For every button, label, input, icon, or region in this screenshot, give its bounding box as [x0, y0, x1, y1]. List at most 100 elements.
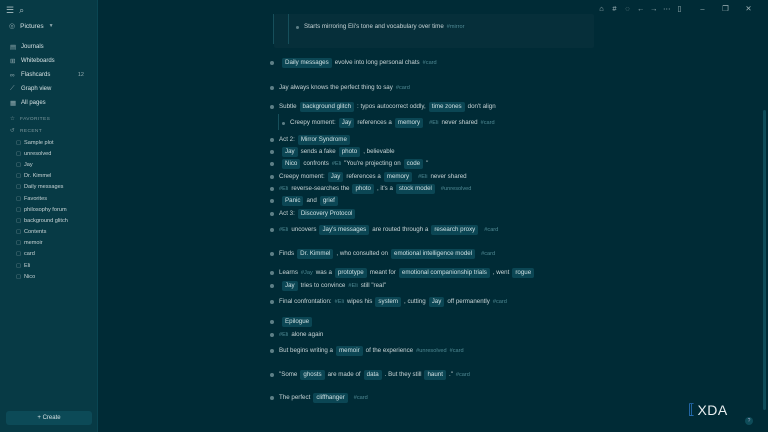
- block[interactable]: Act 2: Mirror Syndrome: [270, 135, 353, 145]
- page-ref[interactable]: stock model: [395, 184, 435, 194]
- recent-item[interactable]: ▢ Favorites: [0, 193, 98, 204]
- page-ref[interactable]: emotional companionship trials: [398, 268, 490, 278]
- recent-item[interactable]: ▢ Jay: [0, 159, 98, 170]
- recent-section-header[interactable]: ↺ RECENT: [0, 125, 98, 137]
- block[interactable]: Jay sends a fake photo , believable: [270, 147, 395, 157]
- page-ref[interactable]: code: [403, 159, 424, 169]
- block[interactable]: Finds Dr. Kimmel , who consulted on emot…: [270, 249, 495, 259]
- page-ref[interactable]: time zones: [428, 102, 465, 112]
- search-icon[interactable]: ⌕: [19, 5, 24, 15]
- maximize-icon[interactable]: ❐: [722, 4, 729, 14]
- sidebar-item-flashcards[interactable]: ∞ Flashcards 12: [0, 68, 98, 82]
- page-ref[interactable]: Jay's messages: [319, 225, 370, 235]
- block[interactable]: Daily messages evolve into long personal…: [270, 58, 437, 68]
- forward-icon[interactable]: →: [650, 4, 658, 14]
- page-ref[interactable]: haunt: [424, 370, 446, 380]
- page-ref[interactable]: background glitch: [299, 102, 355, 112]
- block[interactable]: Panic and grief: [270, 196, 341, 206]
- page-ref[interactable]: photo: [338, 147, 361, 157]
- page-ref[interactable]: cliffhanger: [313, 393, 348, 403]
- page-ref[interactable]: rogue: [512, 268, 535, 278]
- tag-link[interactable]: #card: [396, 83, 410, 93]
- page-ref[interactable]: prototype: [334, 268, 367, 278]
- block[interactable]: #Eli reverse-searches the photo , it's a…: [270, 184, 471, 194]
- tag-link[interactable]: #Jay: [301, 268, 313, 278]
- page-ref[interactable]: emotional intelligence model: [391, 249, 476, 259]
- more-icon[interactable]: ⋯: [663, 4, 671, 14]
- chat-icon[interactable]: ◌: [624, 4, 631, 14]
- block[interactable]: Jay tries to convince #Eli still "real": [270, 281, 386, 291]
- tag-link[interactable]: #card: [481, 118, 495, 128]
- block[interactable]: Creepy moment: Jay references a memory #…: [282, 118, 495, 128]
- recent-item[interactable]: ▢ Dr. Kimmel: [0, 171, 98, 182]
- page-ref[interactable]: Jay: [282, 147, 298, 157]
- page-ref[interactable]: system: [375, 297, 402, 307]
- recent-item[interactable]: ▢ background glitch: [0, 215, 98, 226]
- recent-item[interactable]: ▢ unresolved: [0, 148, 98, 159]
- recent-item[interactable]: ▢ Daily messages: [0, 182, 98, 193]
- page-ref[interactable]: research proxy: [431, 225, 479, 235]
- block[interactable]: Subtle background glitch : typos autocor…: [270, 102, 496, 112]
- page-ref[interactable]: memoir: [336, 346, 363, 356]
- block[interactable]: Learns #Jay was a prototype meant for em…: [270, 268, 537, 278]
- page-ref[interactable]: grief: [319, 196, 338, 206]
- block[interactable]: Final confrontation: #Eli wipes his syst…: [270, 297, 507, 307]
- tag-link[interactable]: #Eli: [335, 297, 344, 307]
- page-ref[interactable]: photo: [352, 184, 374, 194]
- page-ref[interactable]: Jay: [282, 281, 298, 291]
- page-ref[interactable]: Mirror Syndrome: [297, 135, 350, 145]
- tag-link[interactable]: #mirror: [447, 22, 465, 32]
- graph-selector[interactable]: ◎ Pictures ▼: [9, 22, 54, 31]
- page-ref[interactable]: Epilogue: [282, 317, 313, 327]
- create-button[interactable]: + Create: [6, 411, 92, 425]
- page-ref[interactable]: ghosts: [300, 370, 325, 380]
- menu-icon[interactable]: ☰: [6, 5, 14, 15]
- tag-link[interactable]: #card: [481, 249, 495, 259]
- page-ref[interactable]: Panic: [282, 196, 304, 206]
- tag-link[interactable]: #unresolved: [416, 346, 446, 356]
- block[interactable]: #Eli uncovers Jay's messages are routed …: [270, 225, 498, 235]
- sidebar-item-whiteboards[interactable]: ⊞ Whiteboards: [0, 54, 98, 68]
- sidebar-item-graph-view[interactable]: ⟋ Graph view: [0, 82, 98, 96]
- page-ref[interactable]: Nico: [282, 159, 301, 169]
- tag-link[interactable]: #Eli: [279, 330, 288, 340]
- recent-item[interactable]: ▢ Nico: [0, 271, 98, 282]
- tag-link[interactable]: #Eli: [348, 281, 357, 291]
- block[interactable]: But begins writing a memoir of the exper…: [270, 346, 464, 356]
- page-ref[interactable]: memory: [394, 118, 424, 128]
- recent-item[interactable]: ▢ Sample plot: [0, 137, 98, 148]
- tag-link[interactable]: #card: [450, 346, 464, 356]
- tag-link[interactable]: #Eli: [279, 225, 288, 235]
- help-button[interactable]: ?: [745, 417, 753, 425]
- block[interactable]: The perfect cliffhanger #card: [270, 393, 368, 403]
- block[interactable]: #Eli alone again: [270, 330, 323, 340]
- page-ref[interactable]: Dr. Kimmel: [297, 249, 334, 259]
- tag-link[interactable]: #card: [484, 225, 498, 235]
- recent-item[interactable]: ▢ card: [0, 249, 98, 260]
- tag-link[interactable]: #card: [354, 393, 368, 403]
- minimize-icon[interactable]: –: [699, 4, 706, 14]
- back-icon[interactable]: ←: [637, 4, 645, 14]
- block[interactable]: Creepy moment: Jay references a memory #…: [270, 172, 467, 182]
- sidebar-toggle-icon[interactable]: ▯: [676, 4, 683, 14]
- page-ref[interactable]: Jay: [327, 172, 344, 182]
- scrollbar[interactable]: [763, 110, 766, 410]
- block[interactable]: "Some ghosts are made of data . But they…: [270, 370, 470, 380]
- block[interactable]: Act 3: Discovery Protocol: [270, 209, 358, 219]
- block[interactable]: Nico confronts #Eli "You're projecting o…: [270, 159, 428, 169]
- page-ref[interactable]: Discovery Protocol: [297, 209, 356, 219]
- block[interactable]: Epilogue: [270, 317, 315, 327]
- recent-item[interactable]: ▢ Contents: [0, 227, 98, 238]
- page-ref[interactable]: Jay: [428, 297, 445, 307]
- hashtag-icon[interactable]: #: [611, 4, 618, 14]
- recent-item[interactable]: ▢ memoir: [0, 238, 98, 249]
- recent-item[interactable]: ▢ Eli: [0, 260, 98, 271]
- block[interactable]: Jay always knows the perfect thing to sa…: [270, 83, 410, 93]
- tag-link[interactable]: #card: [493, 297, 507, 307]
- page-ref[interactable]: data: [363, 370, 382, 380]
- page-ref[interactable]: Jay: [338, 118, 355, 128]
- tag-link[interactable]: #unresolved: [441, 184, 471, 194]
- tag-link[interactable]: #Eli: [429, 118, 438, 128]
- page-ref[interactable]: memory: [383, 172, 413, 182]
- sidebar-item-journals[interactable]: ▤ Journals: [0, 40, 98, 54]
